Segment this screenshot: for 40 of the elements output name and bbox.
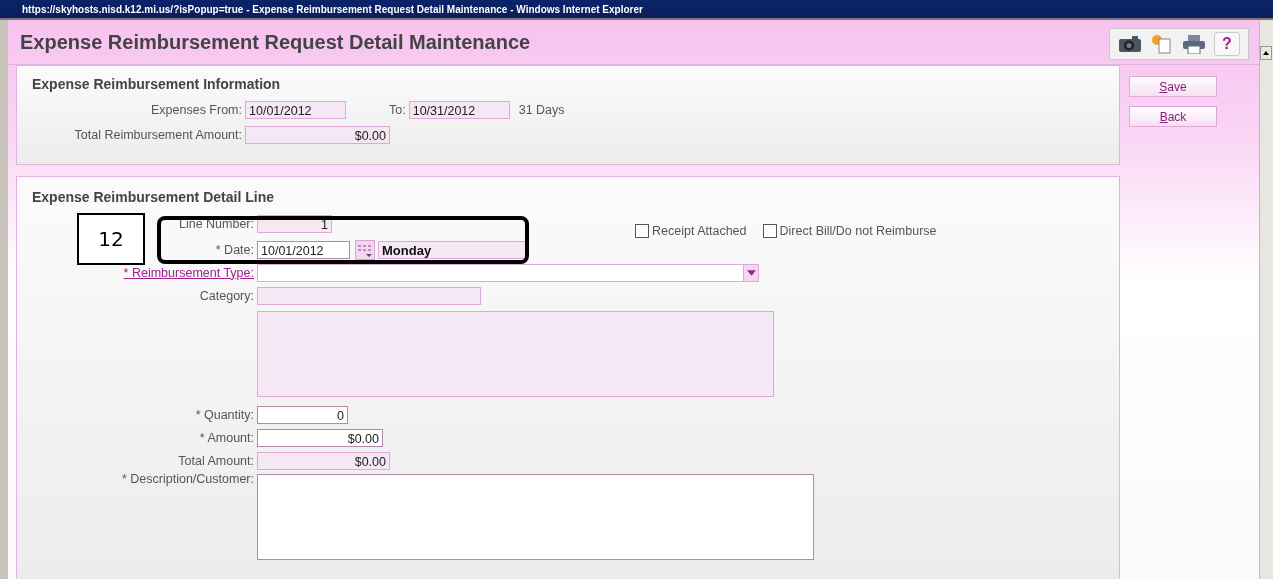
date-input[interactable]: 10/01/2012 <box>257 240 350 259</box>
amount-input[interactable]: $0.00 <box>257 428 383 447</box>
caret-icon <box>746 269 756 276</box>
day-field: Monday <box>378 240 528 259</box>
printer-icon[interactable] <box>1182 34 1206 54</box>
scroll-up-icon[interactable] <box>1260 46 1272 60</box>
help-button[interactable]: ? <box>1214 32 1240 56</box>
field-label: Total Reimbursement Amount: <box>73 127 242 142</box>
total-amount-field: $0.00 <box>257 451 390 470</box>
callout-number: 12 <box>77 213 145 265</box>
camera-icon[interactable] <box>1118 34 1142 54</box>
back-button[interactable]: Back <box>1129 106 1217 127</box>
checkbox-label: Direct Bill/Do not Reimburse <box>779 224 937 238</box>
checkbox[interactable] <box>762 224 777 238</box>
field-label: Expenses From: <box>150 102 242 117</box>
reimbursement-type-link[interactable]: * Reimbursement Type: <box>32 265 254 280</box>
amount-field: $0.00 <box>245 125 390 144</box>
description-input[interactable] <box>257 474 814 560</box>
field-label: * Quantity: <box>194 407 254 422</box>
field-label: To: <box>389 102 406 117</box>
field-label: * Description/Customer: <box>121 472 254 486</box>
field-label: * Amount: <box>198 430 254 445</box>
field-label: Total Amount: <box>177 453 254 468</box>
field-label: * Date: <box>214 242 254 257</box>
calendar-icon[interactable] <box>355 239 375 260</box>
date-field: 10/01/2012 <box>245 100 346 119</box>
section-heading: Expense Reimbursement Detail Line <box>32 189 275 205</box>
reimbursement-type-dropdown[interactable] <box>257 263 759 282</box>
checkbox-label: Receipt Attached <box>652 224 747 238</box>
browser-title: https://skyhosts.nisd.k12.mi.us/?isPopup=true - Expense Reimbursement Request Detail Maintenance - Windows Internet Explorer <box>22 3 643 15</box>
scrollbar[interactable] <box>1259 20 1273 579</box>
field-label: Line Number: <box>177 217 254 231</box>
date-field: 10/31/2012 <box>408 100 510 119</box>
quantity-input[interactable]: 0 <box>257 405 348 424</box>
checkbox[interactable] <box>635 224 649 238</box>
days-count: 31 Days <box>518 102 565 117</box>
save-button[interactable]: Save <box>1129 76 1217 97</box>
page-title: Expense Reimbursement Request Detail Maintenance <box>20 30 531 54</box>
field-label: Category: <box>198 288 254 303</box>
section-heading: Expense Reimbursement Information <box>32 76 282 92</box>
